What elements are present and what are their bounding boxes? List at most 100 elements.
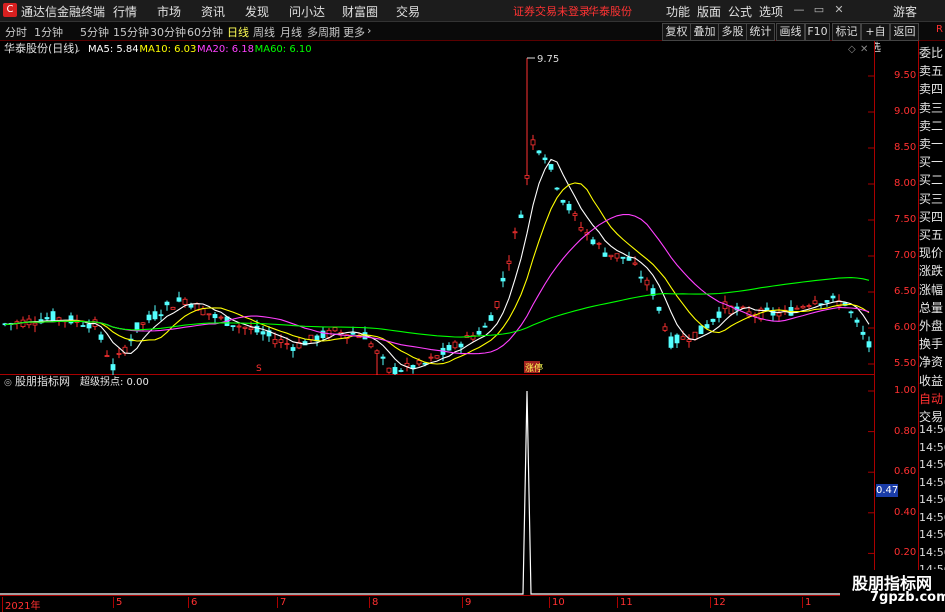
candle-body [50,311,56,321]
candle-body [512,231,518,234]
sidebar-item-11[interactable]: 现价 [919,244,945,262]
sidebar-tab[interactable]: R [936,24,944,38]
tool-add-watch[interactable]: +自选 [861,23,890,54]
candle-body [446,345,452,351]
sidebar-item-17[interactable]: 净资 [919,353,945,371]
price-tick-label: 7.00 [894,250,917,261]
menu-item-wealth[interactable]: 财富圈 [342,3,378,20]
period-multi[interactable]: 多周期 [307,24,340,40]
candle-body [698,325,704,335]
period-more[interactable]: 更多 [343,24,365,40]
sidebar-item-19[interactable]: 自动 [919,390,945,408]
candle-body [500,277,506,282]
diamond-icon[interactable]: ◇ [848,44,856,55]
sidebar-item-16[interactable]: 换手 [919,335,945,353]
settings-icon[interactable]: ◎ [4,378,12,388]
sidebar-item-13[interactable]: 涨幅 [919,281,945,299]
candle-body [716,311,722,318]
chevron-right-icon[interactable]: › [367,24,371,37]
x-tick-label: 12 [710,597,726,608]
chevron-down-icon[interactable]: ⌄ [74,45,82,55]
minimize-icon[interactable]: — [790,2,808,18]
menu-item-news[interactable]: 资讯 [201,3,225,20]
trade-time: 14:56 [919,493,945,506]
x-tick-label: 6 [188,597,197,608]
candle-body [548,164,554,170]
candle-body [458,343,464,348]
candle-body [386,367,392,373]
sidebar-item-7[interactable]: 买二 [919,171,945,189]
period-5min[interactable]: 5分钟 [80,24,109,40]
period-weekly[interactable]: 周线 [253,24,275,40]
menu-item-layout[interactable]: 版面 [697,3,721,20]
close-icon[interactable]: ✕ [830,2,848,18]
sidebar-item-9[interactable]: 买四 [919,208,945,226]
candle-body [176,297,182,302]
menu-item-trade[interactable]: 交易 [396,3,420,20]
period-1min[interactable]: 1分钟 [34,24,63,40]
candle-body [332,327,338,332]
candlestick-chart[interactable]: 9.755.17S涨停 华泰股份(日线) ⌄ MA5: 5.84MA10: 6.… [0,41,875,375]
sidebar-item-3[interactable]: 卖三 [919,99,945,117]
period-daily[interactable]: 日线 [227,24,249,40]
user-label[interactable]: 游客 [893,3,917,20]
ma-legend-ma5: MA5: 5.84 [88,44,139,55]
candle-body [98,334,104,340]
candle-body [536,150,542,154]
sidebar-item-14[interactable]: 总量 [919,299,945,317]
tool-back[interactable]: 返回 [890,23,919,41]
sidebar-item-15[interactable]: 外盘 [919,317,945,335]
tool-draw[interactable]: 画线 [776,23,805,41]
period-tick[interactable]: 分时 [5,24,27,40]
sidebar-item-4[interactable]: 卖二 [919,117,945,135]
candle-body [398,370,404,372]
period-60min[interactable]: 60分钟 [187,24,223,40]
sidebar-item-2[interactable]: 卖四 [919,80,945,98]
candle-body [620,256,626,259]
period-30min[interactable]: 30分钟 [150,24,186,40]
menu-item-ask[interactable]: 问小达 [289,3,325,20]
close-panel-icon[interactable]: ✕ [860,44,868,55]
trade-time: 14:56 [919,458,945,471]
sidebar-item-8[interactable]: 买三 [919,190,945,208]
indicator-chart[interactable]: ◎ 股朋指标网 超级拐点: 0.00 [0,375,875,596]
menu-item-discover[interactable]: 发现 [245,3,269,20]
x-tick-label: 1 [802,597,811,608]
menu-item-market[interactable]: 市场 [157,3,181,20]
menu-item-function[interactable]: 功能 [666,3,690,20]
notice-stock[interactable]: 华泰股份 [588,3,632,19]
period-toolbar: 分时 1分钟 5分钟 15分钟 30分钟 60分钟 日线 周线 月线 多周期 更… [0,22,945,54]
period-monthly[interactable]: 月线 [280,24,302,40]
candle-body [860,331,866,335]
tool-stats[interactable]: 统计 [746,23,775,41]
sidebar-item-10[interactable]: 买五 [919,226,945,244]
candle-body [776,312,782,317]
tool-overlay[interactable]: 叠加 [690,23,719,41]
trade-login-notice[interactable]: 证券交易未登录 [513,3,590,19]
candle-body [692,331,698,340]
candle-body [764,307,770,311]
menu-item-formula[interactable]: 公式 [728,3,752,20]
menu-item-options[interactable]: 选项 [759,3,783,20]
candle-body [572,213,578,217]
restore-icon[interactable]: ▭ [810,2,828,18]
candle-body [374,350,380,354]
menu-item-quotes[interactable]: 行情 [113,3,137,20]
candle-body [86,323,92,329]
sidebar-item-12[interactable]: 涨跌 [919,262,945,280]
candle-body [170,306,176,310]
sidebar-item-18[interactable]: 收益 [919,372,945,390]
candle-body [494,301,500,308]
tool-mark[interactable]: 标记 [832,23,861,41]
tool-multi-stock[interactable]: 多股 [718,23,747,41]
tool-f10[interactable]: F10 [805,23,830,41]
trade-time: 14:56 [919,475,945,489]
candle-body [674,334,680,344]
tool-adjust[interactable]: 复权 [662,23,691,41]
sidebar-item-1[interactable]: 卖五 [919,62,945,80]
sidebar-item-0[interactable]: 委比 [919,44,945,62]
sidebar-item-6[interactable]: 买一 [919,153,945,171]
indicator-source: 股朋指标网 [15,375,70,388]
period-15min[interactable]: 15分钟 [113,24,149,40]
sidebar-item-5[interactable]: 卖一 [919,135,945,153]
